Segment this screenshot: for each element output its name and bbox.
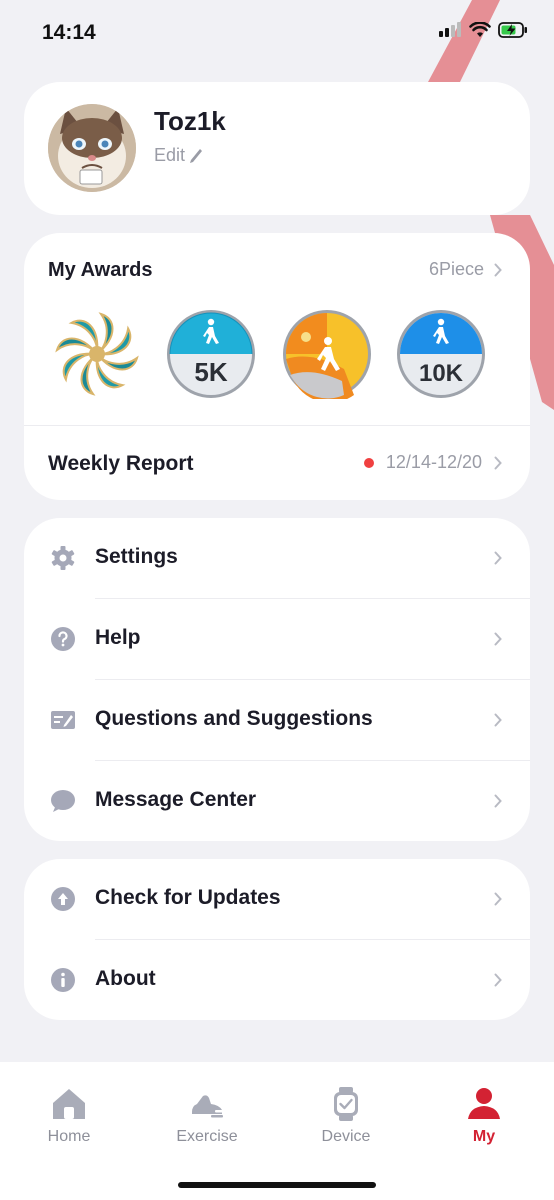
menu-item-questions-and-suggestions[interactable]: Questions and Suggestions [24,680,530,760]
shoe-icon [192,1095,223,1118]
avatar[interactable] [48,104,136,192]
awards-title: My Awards [48,259,153,281]
weekly-report-title[interactable]: Weekly Report [48,452,194,476]
tab-label: Exercise [176,1128,238,1145]
menu-item-label: Check for Updates [95,886,281,909]
tab-label: Home [47,1128,91,1145]
medal-label-5k: 5K [194,357,227,387]
chevron-right-icon [494,456,502,469]
menu-item-label: Questions and Suggestions [95,707,373,730]
status-icons [438,22,528,38]
chevron-right-icon [494,892,502,906]
10k-walk-medal[interactable]: 10K [396,309,486,399]
5k-walk-medal[interactable]: 5K [166,309,256,399]
weekly-report-date-range: 12/14-12/20 [385,452,482,472]
help-icon [51,627,75,651]
chevron-right-icon [494,551,502,565]
feedback-icon [51,711,75,729]
gear-icon [51,546,75,570]
pinwheel-medal[interactable] [52,309,142,399]
menu-item-label: Settings [95,545,178,568]
bottom-tab-bar: Home Exercise Device My [0,1062,554,1200]
menu-item-label: About [95,967,156,990]
tab-my[interactable]: My [429,1086,539,1146]
menu-item-message-center[interactable]: Message Center [24,761,530,841]
pencil-icon [190,148,203,163]
message-icon [51,790,75,812]
edit-profile-button[interactable]: Edit [154,145,203,166]
menu-item-label: Help [95,626,141,649]
profile-card[interactable]: Toz1k Edit [24,82,530,215]
chevron-right-icon [494,263,502,276]
divider [24,425,530,426]
home-indicator [178,1182,376,1188]
tab-label: My [472,1128,496,1145]
status-bar: 14:14 [0,0,554,68]
watch-icon [334,1087,358,1121]
person-icon [468,1088,500,1119]
weekly-report-link[interactable]: 12/14-12/20 [363,452,502,473]
info-icon [51,968,75,992]
sun-icon [301,332,311,342]
menu-item-about[interactable]: About [24,940,530,1020]
menu-item-settings[interactable]: Settings [24,518,530,598]
chevron-right-icon [494,713,502,727]
medal-label-10k: 10K [419,360,464,387]
username: Toz1k [154,106,226,136]
tab-exercise[interactable]: Exercise [152,1086,262,1146]
tab-label: Device [321,1128,371,1145]
cat-avatar-image [48,104,136,192]
tab-home[interactable]: Home [14,1086,124,1146]
battery-charging-icon [498,22,527,38]
menu-item-check-for-updates[interactable]: Check for Updates [24,859,530,939]
settings-menu-card: Settings Help Questions and Suggestions [24,518,530,841]
tab-device[interactable]: Device [291,1086,401,1146]
chevron-right-icon [494,632,502,646]
update-icon [51,887,75,911]
menu-item-label: Message Center [95,788,257,811]
awards-count-link[interactable]: 6Piece [429,259,502,280]
edit-label: Edit [154,145,186,165]
app-menu-card: Check for Updates About [24,859,530,1020]
chevron-right-icon [494,973,502,987]
awards-count: 6Piece [428,259,484,279]
unread-dot [363,457,374,468]
chevron-right-icon [494,794,502,808]
cellular-signal-icon [439,22,461,37]
status-time: 14:14 [42,21,96,44]
awards-card: My Awards 6Piece 5K 10K Weekly Report 12… [24,233,530,500]
sunrise-walk-medal[interactable] [282,309,372,399]
home-icon [53,1089,85,1119]
wifi-icon [469,22,491,37]
menu-item-help[interactable]: Help [24,599,530,679]
